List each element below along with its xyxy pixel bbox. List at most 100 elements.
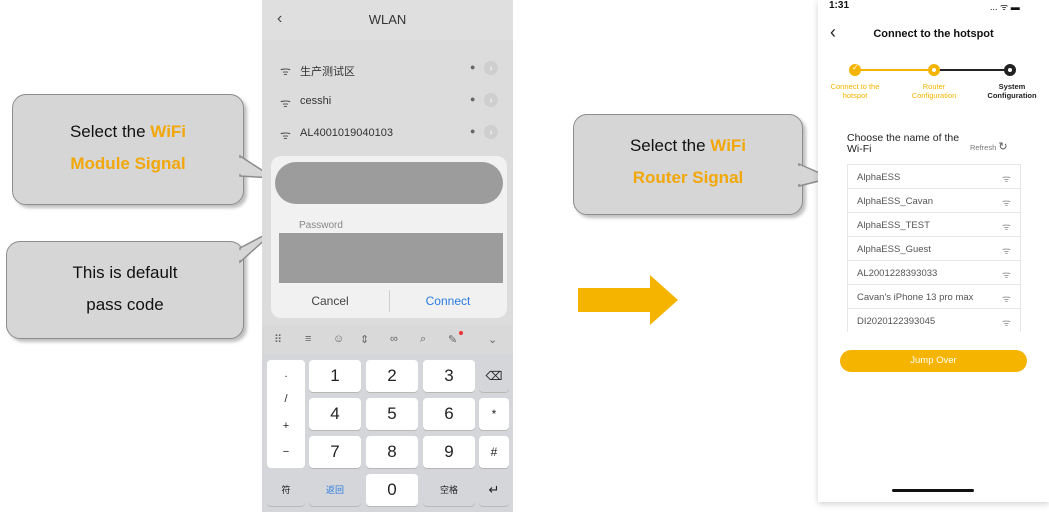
stepper-line-pending <box>934 69 1010 71</box>
cursor-icon[interactable]: ⇕ <box>360 333 369 346</box>
wifi-list-item[interactable]: AlphaESS_Cavan ᯤ <box>847 188 1021 215</box>
link-icon[interactable]: ∞ <box>390 333 398 345</box>
key-1[interactable]: 1 <box>309 360 361 392</box>
brush-icon[interactable]: ✎ <box>448 333 457 346</box>
refresh-button[interactable]: Refresh ↻ <box>970 140 1008 153</box>
lock-icon: ● <box>470 126 476 136</box>
wifi-signal-icon: ᯤ <box>1001 294 1011 305</box>
emoji-icon[interactable]: ☺ <box>333 333 344 345</box>
key-4[interactable]: 4 <box>309 398 361 430</box>
wlan-title: WLAN <box>368 12 407 27</box>
wifi-list-item[interactable]: AlphaESS_TEST ᯤ <box>847 212 1021 239</box>
step-3-label: System Configuration <box>987 82 1037 100</box>
chevron-right-icon[interactable]: › <box>484 61 498 75</box>
space-key[interactable]: 空格 <box>423 474 475 506</box>
symbol-key[interactable]: 符 <box>267 474 305 506</box>
wifi-signal-icon: ᯤ <box>1001 198 1011 209</box>
chevron-right-icon[interactable]: › <box>484 125 498 139</box>
password-input-masked[interactable] <box>279 233 503 283</box>
network-name: AL4001019040103 <box>300 127 393 139</box>
wifi-name: AlphaESS_Guest <box>857 244 931 255</box>
step-2-current-dot <box>928 64 940 76</box>
keyboard-toolbar: ⠿ ≡ ☺ ⇕ ∞ ⌕ ✎ ⌄ <box>262 326 513 354</box>
refresh-icon: ↻ <box>998 141 1008 153</box>
collapse-keyboard-icon[interactable]: ⌄ <box>488 333 497 346</box>
wifi-list-item[interactable]: AlphaESS ᯤ <box>847 164 1021 191</box>
wifi-name: AlphaESS_Cavan <box>857 196 934 207</box>
choose-wifi-label: Choose the name of the Wi-Fi <box>847 132 960 155</box>
callout-text: This is default <box>72 263 178 282</box>
chevron-right-icon[interactable]: › <box>484 93 498 107</box>
key-8[interactable]: 8 <box>366 436 418 468</box>
wifi-icon: ᯤ <box>280 128 291 142</box>
wifi-list-item[interactable]: AL2001228393033 ᯤ <box>847 260 1021 287</box>
callout-select-module-signal: Select the WiFi Module Signal <box>12 94 244 205</box>
callout-default-passcode: This is default pass code <box>6 241 244 339</box>
wlan-network-row[interactable]: ᯤ cesshi ● › <box>262 84 513 120</box>
key-dot[interactable]: . <box>267 368 305 380</box>
key-asterisk[interactable]: * <box>479 398 509 430</box>
jump-over-button[interactable]: Jump Over <box>840 350 1027 372</box>
home-indicator <box>892 489 974 492</box>
status-time: 1:31 <box>829 0 850 11</box>
backspace-key[interactable]: ⌫ <box>479 360 509 392</box>
key-minus[interactable]: − <box>267 446 305 458</box>
callout-highlight-line: Router Signal <box>632 168 744 187</box>
wifi-signal-icon: ᯤ <box>1001 174 1011 185</box>
cancel-button[interactable]: Cancel <box>271 294 389 308</box>
left-phone-screenshot: ‹ WLAN ᯤ 生产测试区 ● › ᯤ cesshi ● › ᯤ AL4001… <box>262 0 513 512</box>
wifi-name: AlphaESS <box>857 172 901 183</box>
key-2[interactable]: 2 <box>366 360 418 392</box>
wifi-list-item[interactable]: DI2020122393045 ᯤ <box>847 308 1021 332</box>
key-hash[interactable]: # <box>479 436 509 468</box>
page-title: Connect to the hotspot <box>873 28 994 40</box>
wifi-signal-icon: ᯤ <box>1001 246 1011 257</box>
wlan-network-row[interactable]: ᯤ 生产测试区 ● › <box>262 52 513 88</box>
search-icon[interactable]: ⌕ <box>420 333 426 346</box>
callout-highlight-line: Module Signal <box>70 154 186 173</box>
wifi-signal-icon: ᯤ <box>1001 222 1011 233</box>
key-plus[interactable]: + <box>267 420 305 432</box>
key-6[interactable]: 6 <box>423 398 475 430</box>
wifi-signal-icon: ᯤ <box>1001 318 1011 329</box>
refresh-label: Refresh <box>970 143 997 152</box>
menu-icon[interactable]: ≡ <box>305 333 311 345</box>
key-7[interactable]: 7 <box>309 436 361 468</box>
wlan-network-row[interactable]: ᯤ AL4001019040103 ● › <box>262 116 513 152</box>
numeric-keyboard: . / + − 1 2 3 ⌫ 4 5 6 * 7 8 9 # 符 返回 0 空… <box>262 354 513 512</box>
right-phone-screenshot: 1:31 ... ᯤ ▬ ‹ Connect to the hotspot ✓ … <box>818 0 1049 502</box>
symbol-side-panel: . / + − <box>267 360 305 468</box>
key-3[interactable]: 3 <box>423 360 475 392</box>
connect-button[interactable]: Connect <box>389 294 507 308</box>
wifi-icon: ᯤ <box>280 96 291 110</box>
key-9[interactable]: 9 <box>423 436 475 468</box>
callout-text: pass code <box>86 295 164 314</box>
key-5[interactable]: 5 <box>366 398 418 430</box>
wlan-header: ‹ WLAN <box>262 0 513 40</box>
grid-icon[interactable]: ⠿ <box>274 333 282 346</box>
notification-dot-icon <box>459 331 463 335</box>
wifi-signal-icon: ᯤ <box>1001 270 1011 281</box>
key-0[interactable]: 0 <box>366 474 418 506</box>
status-icons: ... ᯤ ▬ <box>990 2 1020 12</box>
network-name-masked <box>275 162 503 204</box>
step-3-dot <box>1004 64 1016 76</box>
key-slash[interactable]: / <box>267 393 305 405</box>
enter-key[interactable]: ↵ <box>479 474 509 506</box>
password-label: Password <box>299 220 343 231</box>
network-name: 生产测试区 <box>300 66 355 78</box>
password-dialog: Password Cancel Connect <box>271 156 507 318</box>
callout-text: Select the <box>629 136 711 155</box>
wifi-name: AlphaESS_TEST <box>857 220 930 231</box>
back-key[interactable]: 返回 <box>309 474 361 506</box>
wifi-list-item[interactable]: Cavan's iPhone 13 pro max ᯤ <box>847 284 1021 311</box>
wifi-list-item[interactable]: AlphaESS_Guest ᯤ <box>847 236 1021 263</box>
wifi-list: AlphaESS ᯤ AlphaESS_Cavan ᯤ AlphaESS_TEST ᯤ… <box>818 164 1049 332</box>
next-step-arrow <box>578 275 678 325</box>
step-2-label: Router Configuration <box>911 82 957 100</box>
step-1-done-icon: ✓ <box>849 63 861 76</box>
callout-text: Select the <box>69 122 151 141</box>
callout-highlight: WiFi <box>710 136 747 155</box>
step-1-label: Connect to the hotspot <box>830 82 880 100</box>
wifi-name: DI2020122393045 <box>857 316 936 327</box>
